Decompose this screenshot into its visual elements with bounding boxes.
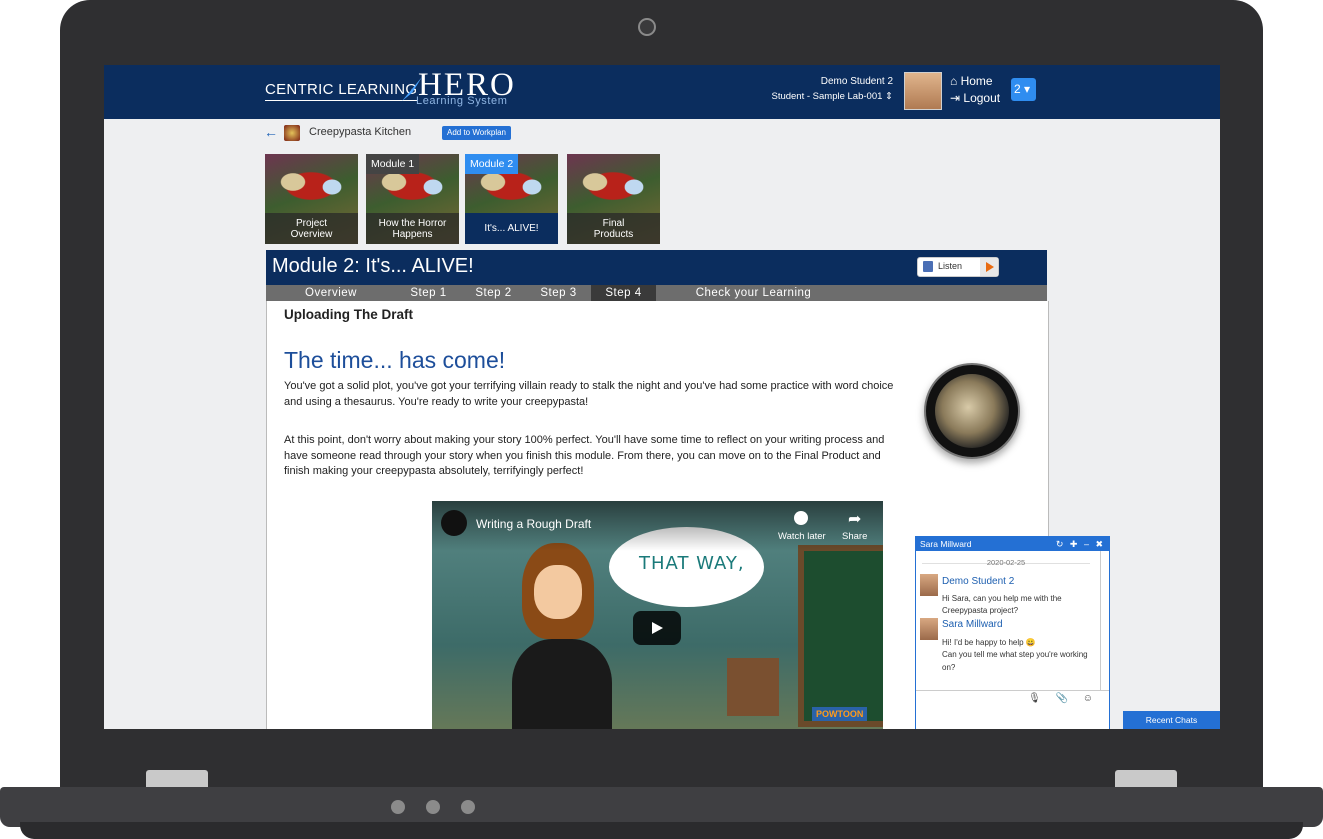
tile-final-products[interactable]: Final Products bbox=[567, 154, 660, 244]
chat-sender: Demo Student 2 bbox=[942, 576, 1015, 587]
powtoon-watermark: POWTOON bbox=[812, 707, 868, 721]
laptop-base bbox=[0, 787, 1323, 827]
module-tag: Module 1 bbox=[366, 154, 420, 174]
brand-subtitle: Learning System bbox=[416, 95, 508, 107]
indicator-light bbox=[461, 800, 475, 814]
module-title: Module 2: It's... ALIVE! bbox=[272, 255, 474, 277]
add-to-workplan-button[interactable]: Add to Workplan bbox=[442, 126, 511, 140]
skull-clock-image bbox=[924, 363, 1020, 459]
listen-button[interactable]: Listen bbox=[917, 257, 999, 277]
chat-contact-name: Sara Millward bbox=[920, 539, 972, 549]
project-title: Creepypasta Kitchen bbox=[309, 126, 412, 138]
lesson-paragraph: You've got a solid plot, you've got your… bbox=[284, 380, 894, 408]
chat-compose-divider bbox=[916, 690, 1109, 691]
brand-centric-learning[interactable]: CENTRIC LEARNING bbox=[265, 81, 418, 101]
indicator-light bbox=[391, 800, 405, 814]
video-player[interactable]: THAT WAY, Writing a Rough Draft Watch la… bbox=[432, 501, 883, 729]
tab-step-4[interactable]: Step 4 bbox=[591, 285, 656, 301]
watch-later-button[interactable]: Watch later bbox=[778, 531, 826, 542]
tile-label: How the Horror Happens bbox=[366, 213, 459, 244]
chat-message: Hi Sara, can you help me with the Creepy… bbox=[942, 594, 1062, 616]
module-header: Module 2: It's... ALIVE! Listen bbox=[266, 250, 1047, 285]
listen-label: Listen bbox=[938, 261, 963, 271]
section-title: Uploading The Draft bbox=[284, 307, 413, 322]
module-tag: Module 2 bbox=[465, 154, 519, 174]
speech-bubble-text: THAT WAY, bbox=[639, 553, 745, 574]
video-character bbox=[512, 543, 612, 729]
chat-header: Sara Millward ↻ ✚ – ✖ bbox=[916, 537, 1109, 551]
tile-module-2[interactable]: Module 2 It's... ALIVE! bbox=[465, 154, 558, 244]
speaker-icon bbox=[923, 261, 933, 272]
lesson-paragraph: At this point, don't worry about making … bbox=[284, 434, 885, 478]
tile-project-overview[interactable]: Project Overview bbox=[265, 154, 358, 244]
tile-label: Final Products bbox=[567, 213, 660, 244]
tab-step-1[interactable]: Step 1 bbox=[396, 285, 461, 301]
chat-date: 2020-02-25 bbox=[986, 558, 1026, 567]
camera-icon bbox=[638, 18, 656, 36]
avatar bbox=[920, 574, 938, 596]
chat-window-controls[interactable]: ↻ ✚ – ✖ bbox=[1056, 537, 1105, 551]
play-icon[interactable] bbox=[980, 258, 998, 276]
video-desk bbox=[727, 658, 779, 716]
tab-step-3[interactable]: Step 3 bbox=[526, 285, 591, 301]
play-button[interactable] bbox=[633, 611, 681, 645]
notifications-dropdown[interactable]: 2 ▾ bbox=[1011, 78, 1036, 101]
clock-icon[interactable] bbox=[794, 511, 808, 525]
laptop-base-bottom bbox=[20, 822, 1303, 839]
video-chalkboard bbox=[798, 545, 883, 727]
share-button[interactable]: Share bbox=[842, 531, 867, 542]
logout-link[interactable]: ⇥ Logout bbox=[950, 91, 1000, 105]
back-arrow-icon[interactable]: ← bbox=[264, 124, 278, 140]
tile-label: It's... ALIVE! bbox=[465, 213, 558, 244]
recent-chats-button[interactable]: Recent Chats bbox=[1123, 711, 1220, 729]
screen: CENTRIC LEARNING HERO Learning System De… bbox=[104, 65, 1220, 729]
chat-tools[interactable]: 🎙 📎 ☺ bbox=[1028, 693, 1099, 704]
chat-scrollbar[interactable] bbox=[1100, 551, 1101, 691]
tab-check-your-learning[interactable]: Check your Learning bbox=[656, 285, 851, 301]
tile-module-1[interactable]: Module 1 How the Horror Happens bbox=[366, 154, 459, 244]
tile-label: Project Overview bbox=[265, 213, 358, 244]
avatar bbox=[920, 618, 938, 640]
tab-overview[interactable]: Overview bbox=[266, 285, 396, 301]
channel-logo-icon[interactable] bbox=[441, 510, 467, 536]
project-thumbnail bbox=[284, 125, 300, 141]
step-tabs: Overview Step 1 Step 2 Step 3 Step 4 Che… bbox=[266, 285, 1047, 301]
chat-window: Sara Millward ↻ ✚ – ✖ 2020-02-25 Demo St… bbox=[915, 536, 1110, 729]
indicator-light bbox=[426, 800, 440, 814]
share-icon[interactable]: ➦ bbox=[848, 509, 861, 529]
user-name: Demo Student 2 bbox=[820, 76, 893, 87]
home-link[interactable]: ⌂ Home bbox=[950, 74, 993, 88]
lesson-heading: The time... has come! bbox=[284, 347, 506, 373]
chat-message: Hi! I'd be happy to help 😀 Can you tell … bbox=[942, 638, 1088, 672]
tab-step-2[interactable]: Step 2 bbox=[461, 285, 526, 301]
avatar[interactable] bbox=[904, 72, 942, 110]
video-title[interactable]: Writing a Rough Draft bbox=[476, 517, 591, 531]
top-navbar: CENTRIC LEARNING HERO Learning System De… bbox=[104, 65, 1220, 119]
chat-sender: Sara Millward bbox=[942, 619, 1003, 630]
class-selector[interactable]: Student - Sample Lab-001 ⇕ bbox=[771, 91, 893, 102]
